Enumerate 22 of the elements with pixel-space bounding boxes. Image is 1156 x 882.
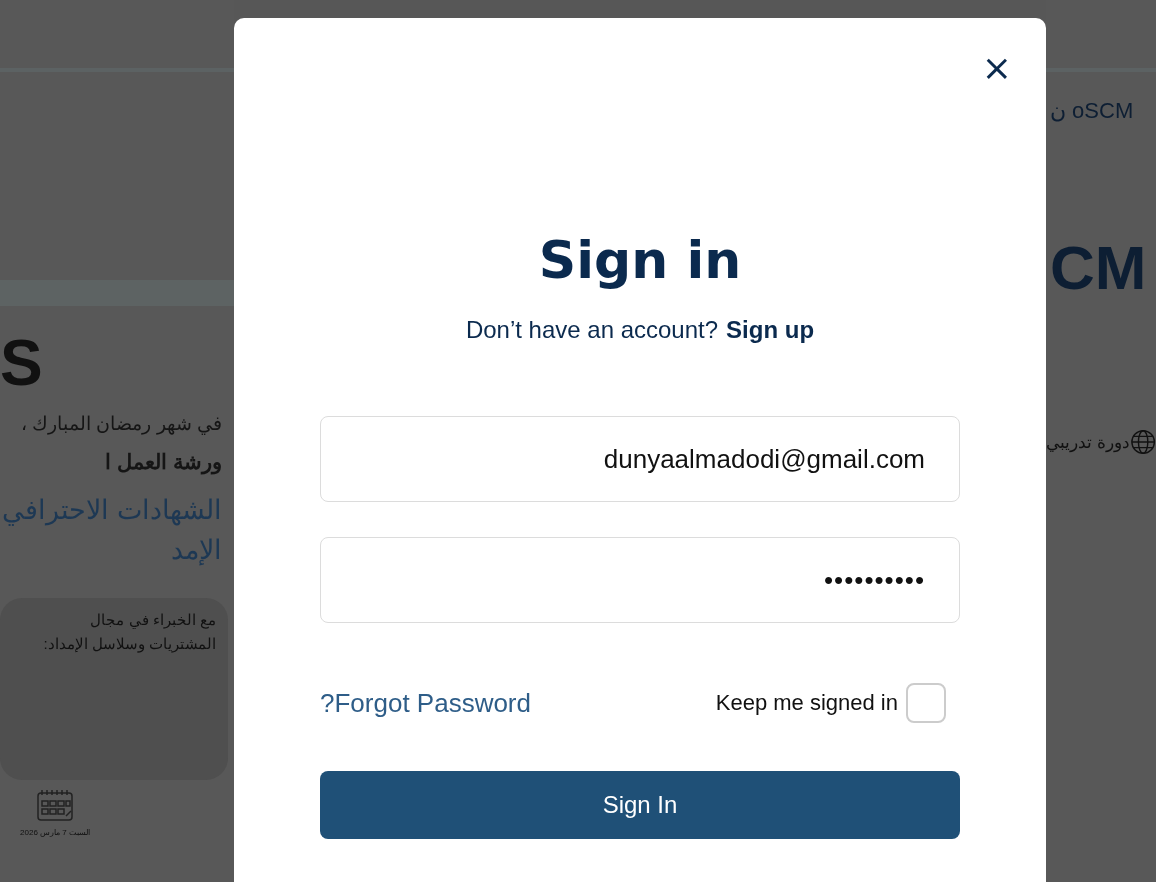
signup-link[interactable]: Sign up xyxy=(726,316,815,344)
workshop-heading: ورشة العمل ا xyxy=(104,450,222,477)
course-title: الشهادات الاحترافي xyxy=(1,494,222,528)
sign-in-button[interactable]: Sign In xyxy=(320,771,960,839)
calendar-icon xyxy=(36,788,74,822)
course-title: الإمد xyxy=(170,534,222,568)
password-field[interactable]: •••••••••• xyxy=(320,537,960,623)
course-label: دورة تدريبي xyxy=(1046,431,1130,453)
keep-signed-in-checkbox[interactable] xyxy=(906,683,946,723)
brand-logo-text: CM xyxy=(1050,232,1148,304)
dialog-title: Sign in xyxy=(538,230,742,290)
intro-text: في شهر رمضان المبارك ، xyxy=(19,412,222,437)
logo-letter: S xyxy=(0,328,44,398)
close-button[interactable]: × xyxy=(981,52,1012,84)
signup-prompt: Don’t have an account? xyxy=(465,316,719,344)
email-field[interactable]: dunyaalmadodi@gmail.com xyxy=(320,416,960,502)
forgot-password-link[interactable]: ?Forgot Password xyxy=(320,687,531,719)
brand-subtitle: ن oSCM xyxy=(1050,98,1135,124)
card-text: المشتريات وسلاسل الإمداد: xyxy=(42,634,216,655)
keep-signed-in-label: Keep me signed in xyxy=(715,690,898,716)
card-text: مع الخبراء في مجال xyxy=(89,610,216,631)
globe-icon xyxy=(1129,428,1156,456)
